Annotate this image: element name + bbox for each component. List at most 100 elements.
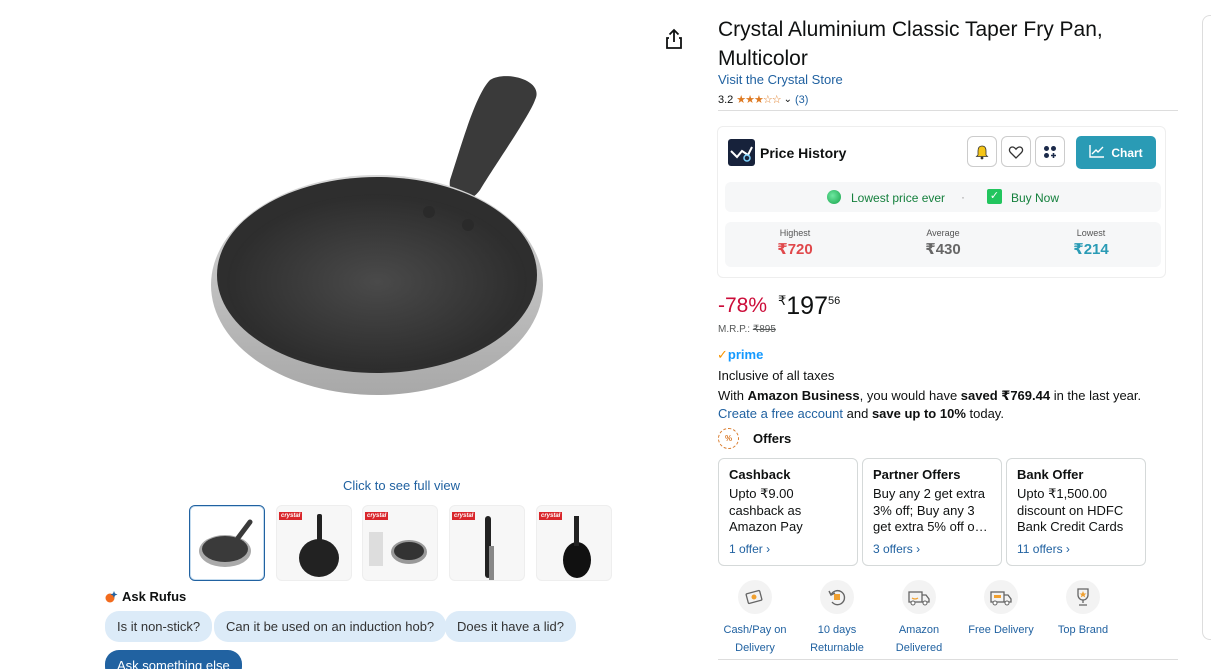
- mrp: M.R.P.: ₹895: [718, 324, 776, 335]
- price-whole: 197: [786, 292, 828, 320]
- feature-cod[interactable]: Cash/Pay on Delivery: [715, 580, 795, 657]
- share-icon[interactable]: [664, 28, 684, 50]
- review-count[interactable]: (3): [795, 94, 808, 106]
- offer-percent-icon: %: [718, 428, 739, 449]
- prime-label: prime: [727, 347, 764, 362]
- offer-description: Upto ₹9.00 cashback as Amazon Pay Balanc…: [729, 486, 811, 536]
- apps-icon[interactable]: [1035, 136, 1065, 167]
- price-history-title: Price History: [760, 145, 847, 161]
- ask-something-else-button[interactable]: Ask something else: [105, 650, 242, 669]
- bell-icon[interactable]: [967, 136, 997, 167]
- offer-title: Partner Offers: [873, 467, 961, 482]
- offer-title: Bank Offer: [1017, 467, 1084, 482]
- return-icon: [820, 580, 854, 614]
- product-title: Crystal Aluminium Classic Taper Fry Pan,…: [718, 18, 1103, 70]
- trophy-icon: [1066, 580, 1100, 614]
- business-text: today.: [965, 406, 1004, 421]
- feature-free-delivery[interactable]: Free Delivery: [961, 580, 1041, 639]
- business-text: , you would have: [859, 388, 961, 403]
- buy-box-edge: [1202, 15, 1211, 640]
- price-status-bar: Lowest price ever · ✓ Buy Now: [725, 182, 1161, 212]
- business-text: in the last year.: [1050, 388, 1142, 403]
- prime-badge: ✓prime: [717, 347, 763, 363]
- brand-tag: crystal: [452, 512, 476, 520]
- business-name: Amazon Business: [747, 388, 860, 403]
- rufus-icon: [104, 590, 118, 604]
- offer-link[interactable]: 1 offer ›: [729, 542, 847, 556]
- business-text: and: [843, 406, 872, 421]
- checkbox-icon: ✓: [987, 189, 1002, 204]
- rufus-question-1[interactable]: Is it non-stick?: [105, 611, 213, 642]
- green-dot-icon: [827, 190, 841, 204]
- stat-lowest: Lowest ₹214: [1021, 228, 1161, 258]
- feature-top-brand[interactable]: Top Brand: [1043, 580, 1123, 639]
- mrp-value: ₹895: [752, 324, 776, 335]
- offers-heading: % Offers: [718, 428, 791, 449]
- feature-amazon-delivered[interactable]: Amazon Delivered: [879, 580, 959, 657]
- offer-link[interactable]: 3 offers ›: [873, 542, 991, 556]
- business-saved: saved ₹769.44: [960, 388, 1051, 403]
- prime-check-icon: ✓: [717, 347, 728, 362]
- feature-label: Amazon Delivered: [895, 624, 943, 654]
- feature-label: Top Brand: [1057, 624, 1109, 636]
- offer-title: Cashback: [729, 467, 791, 482]
- free-delivery-icon: [984, 580, 1018, 614]
- offer-card-bank[interactable]: Bank Offer Upto ₹1,500.00 discount on HD…: [1006, 458, 1146, 566]
- stat-highest-value: ₹720: [777, 241, 813, 258]
- stat-lowest-value: ₹214: [1073, 241, 1109, 258]
- truck-icon: [902, 580, 936, 614]
- rufus-question-3[interactable]: Does it have a lid?: [445, 611, 576, 642]
- rufus-question-2[interactable]: Can it be used on an induction hob?: [214, 611, 447, 642]
- tax-info: Inclusive of all taxes: [718, 368, 835, 383]
- stat-average-value: ₹430: [925, 241, 961, 258]
- buy-now-label[interactable]: Buy Now: [1011, 191, 1059, 205]
- create-account-link[interactable]: Create a free account: [718, 406, 843, 421]
- thumbnail-1[interactable]: [189, 505, 265, 581]
- divider: [718, 110, 1178, 111]
- offer-card-cashback[interactable]: Cashback Upto ₹9.00 cashback as Amazon P…: [718, 458, 858, 566]
- mrp-label: M.R.P.:: [718, 324, 751, 335]
- ask-rufus: Ask Rufus: [104, 589, 186, 604]
- heart-icon[interactable]: [1001, 136, 1031, 167]
- brand-tag: crystal: [365, 512, 389, 520]
- feature-returnable[interactable]: 10 days Returnable: [797, 580, 877, 657]
- business-upto: save up to 10%: [871, 406, 966, 421]
- thumbnail-2[interactable]: crystal: [276, 505, 352, 581]
- price-fraction: 56: [828, 295, 841, 307]
- thumbnail-4[interactable]: crystal: [449, 505, 525, 581]
- store-link[interactable]: Visit the Crystal Store: [718, 72, 843, 87]
- brand-tag: crystal: [539, 512, 563, 520]
- star-rating-icon[interactable]: ★★★☆☆: [736, 93, 781, 106]
- rating-value: 3.2: [718, 93, 734, 106]
- price: ₹19756: [778, 292, 840, 321]
- stat-highest-label: Highest: [779, 228, 811, 238]
- stat-highest: Highest ₹720: [725, 228, 865, 258]
- price-history-card: Price History Chart Lowest price ever · …: [717, 126, 1166, 278]
- stat-lowest-label: Lowest: [1076, 228, 1106, 238]
- business-text: With: [718, 388, 748, 403]
- offer-description: Upto ₹1,500.00 discount on HDFC Bank Cre…: [1017, 486, 1124, 534]
- business-savings: With Amazon Business, you would have sav…: [718, 387, 1178, 423]
- cash-icon: [738, 580, 772, 614]
- main-product-image[interactable]: [205, 70, 550, 400]
- discount-percent: -78%: [718, 294, 768, 317]
- offer-description: Buy any 2 get extra 3% off; Buy any 3 ge…: [873, 486, 988, 534]
- thumbnail-5[interactable]: crystal: [536, 505, 612, 581]
- thumbnail-3[interactable]: crystal: [362, 505, 438, 581]
- rufus-title: Ask Rufus: [122, 589, 187, 604]
- chevron-down-icon[interactable]: ⌄: [784, 94, 792, 105]
- feature-label: Cash/Pay on Delivery: [723, 624, 787, 654]
- full-view-link[interactable]: Click to see full view: [343, 478, 460, 493]
- chart-button[interactable]: Chart: [1076, 136, 1156, 169]
- offer-link[interactable]: 11 offers ›: [1017, 542, 1135, 556]
- feature-label: 10 days Returnable: [810, 624, 864, 654]
- offer-card-partner[interactable]: Partner Offers Buy any 2 get extra 3% of…: [862, 458, 1002, 566]
- feature-label: Free Delivery: [968, 624, 1034, 636]
- price-stats: Highest ₹720 Average ₹430 Lowest ₹214: [725, 222, 1161, 267]
- chart-icon: [1089, 144, 1105, 161]
- stat-average: Average ₹430: [873, 228, 1013, 258]
- lowest-price-label: Lowest price ever: [851, 191, 946, 205]
- dot-separator: ·: [961, 190, 965, 204]
- rating-row[interactable]: 3.2 ★★★☆☆ ⌄ (3): [718, 93, 808, 107]
- stat-average-label: Average: [926, 228, 960, 238]
